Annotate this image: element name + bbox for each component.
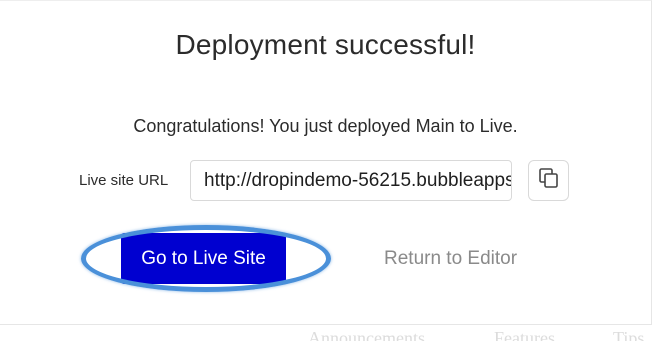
copy-url-button[interactable] bbox=[528, 160, 569, 201]
dialog-title: Deployment successful! bbox=[175, 29, 476, 60]
footer-link-tips[interactable]: Tips bbox=[613, 328, 644, 341]
footer-link-features[interactable]: Features bbox=[494, 328, 555, 341]
live-site-url-field[interactable] bbox=[190, 160, 512, 201]
copy-icon bbox=[538, 167, 560, 194]
return-to-editor-button[interactable]: Return to Editor bbox=[384, 248, 517, 270]
footer-nav: Announcements Features Tips bbox=[0, 328, 657, 341]
go-to-live-site-button[interactable]: Go to Live Site bbox=[121, 233, 286, 284]
footer-link-announcements[interactable]: Announcements bbox=[308, 328, 425, 341]
live-site-url-label: Live site URL bbox=[79, 172, 169, 189]
success-message: Congratulations! You just deployed Main … bbox=[133, 116, 518, 136]
